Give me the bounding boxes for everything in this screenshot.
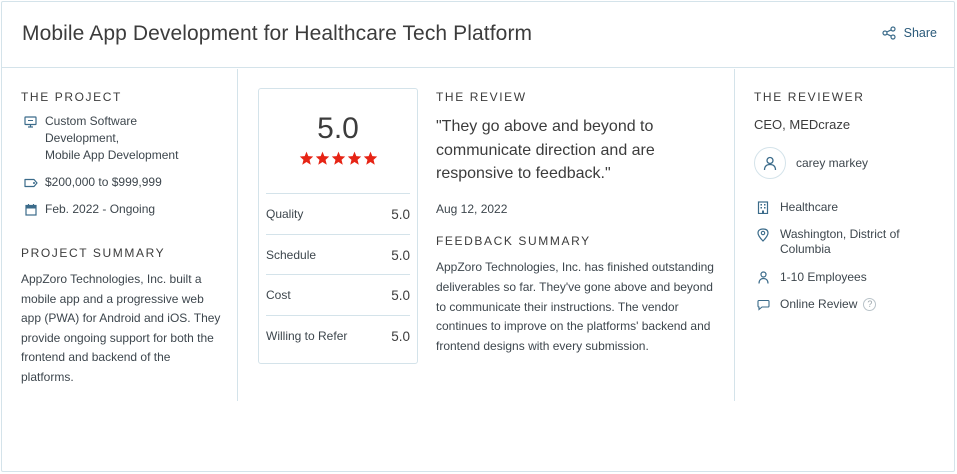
- review-title: Mobile App Development for Healthcare Te…: [22, 22, 533, 45]
- share-button[interactable]: Share: [882, 26, 937, 40]
- reviewer-role: CEO, MEDcraze: [754, 117, 851, 132]
- reviewer-industry: Healthcare: [756, 200, 838, 215]
- metric-schedule: Schedule 5.0: [266, 234, 410, 275]
- review-date: Aug 12, 2022: [436, 202, 508, 216]
- star-icon: [347, 151, 362, 165]
- star-icon: [363, 151, 378, 165]
- reviewer-person: carey markey: [754, 147, 868, 179]
- location-line-2: Columbia: [780, 242, 831, 256]
- reviewer-review-type: Online Review?: [756, 297, 877, 312]
- dates-text: Feb. 2022 - Ongoing: [45, 202, 156, 216]
- service-line-3: Mobile App Development: [45, 148, 179, 162]
- help-icon[interactable]: ?: [863, 298, 877, 312]
- metric-value: 5.0: [391, 247, 410, 263]
- metric-value: 5.0: [391, 328, 410, 344]
- budget-text: $200,000 to $999,999: [45, 175, 162, 189]
- metric-label: Cost: [266, 288, 291, 302]
- project-summary-text: AppZoro Technologies, Inc. built a mobil…: [21, 272, 221, 384]
- review-header: Mobile App Development for Healthcare Te…: [2, 2, 954, 68]
- rating-box: 5.0 Quality 5.0 Schedule 5.0 Cost 5.0 Wi…: [258, 88, 418, 364]
- industry-text: Healthcare: [780, 200, 839, 214]
- project-dates: Feb. 2022 - Ongoing: [23, 201, 155, 218]
- review-quote: "They go above and beyond to communicate…: [436, 118, 655, 182]
- star-rating: [299, 151, 378, 165]
- reviewer-location: Washington, District of Columbia: [756, 227, 900, 257]
- metric-quality: Quality 5.0: [266, 193, 410, 234]
- review-card: Mobile App Development for Healthcare Te…: [1, 1, 955, 472]
- calendar-icon: [23, 202, 38, 217]
- service-line-1: Custom Software: [45, 114, 138, 128]
- metric-label: Quality: [266, 207, 304, 221]
- company-size-text: 1-10 Employees: [780, 270, 867, 284]
- project-summary-label: PROJECT SUMMARY: [21, 246, 166, 260]
- user-icon: [763, 156, 777, 170]
- metric-value: 5.0: [391, 287, 410, 303]
- project-section-label: THE PROJECT: [21, 90, 122, 104]
- person-icon: [756, 270, 770, 285]
- reviewer-column: THE REVIEWER CEO, MEDcraze carey markey …: [734, 69, 954, 401]
- star-icon: [331, 151, 346, 165]
- review-section-label: THE REVIEW: [436, 90, 527, 104]
- chat-bubble-icon: [756, 297, 770, 312]
- share-label: Share: [903, 26, 937, 40]
- project-services: Custom Software Development, Mobile App …: [23, 113, 178, 164]
- review-type-text: Online Review: [780, 297, 858, 311]
- metric-label: Willing to Refer: [266, 329, 348, 343]
- reviewer-company-size: 1-10 Employees: [756, 270, 867, 285]
- project-budget: $200,000 to $999,999: [23, 174, 162, 191]
- service-line-2: Development,: [45, 131, 120, 145]
- avatar: [754, 147, 786, 179]
- star-icon: [315, 151, 330, 165]
- price-tag-icon: [23, 175, 38, 190]
- location-pin-icon: [756, 227, 770, 242]
- star-icon: [299, 151, 314, 165]
- monitor-icon: [23, 114, 38, 129]
- metric-willing-to-refer: Willing to Refer 5.0: [266, 315, 410, 356]
- metric-label: Schedule: [266, 248, 317, 262]
- reviewer-section-label: THE REVIEWER: [754, 90, 865, 104]
- project-column: THE PROJECT Custom Software Development,…: [2, 69, 238, 401]
- overall-rating: 5.0: [317, 112, 359, 145]
- review-column: 5.0 Quality 5.0 Schedule 5.0 Cost 5.0 Wi…: [238, 69, 734, 401]
- metric-value: 5.0: [391, 206, 410, 222]
- reviewer-name: carey markey: [796, 156, 869, 170]
- feedback-summary-text: AppZoro Technologies, Inc. has finished …: [436, 260, 714, 354]
- feedback-summary-label: FEEDBACK SUMMARY: [436, 234, 591, 248]
- share-icon: [882, 26, 896, 40]
- metric-cost: Cost 5.0: [266, 274, 410, 315]
- location-line-1: Washington, District of: [780, 227, 900, 241]
- building-icon: [756, 200, 770, 215]
